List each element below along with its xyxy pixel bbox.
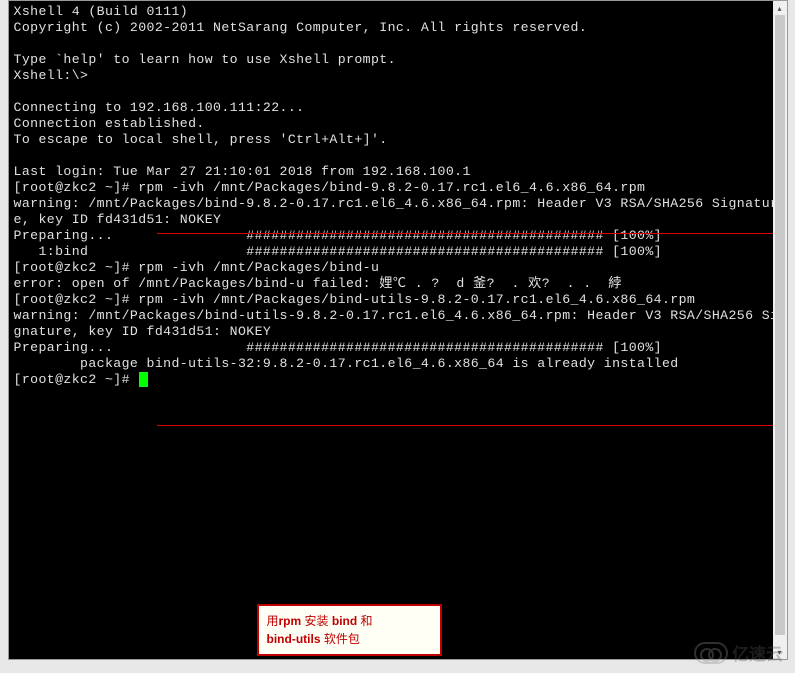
terminal-line: [root@zkc2 ~]# rpm -ivh /mnt/Packages/bi… xyxy=(14,180,782,196)
terminal-line xyxy=(14,148,782,164)
terminal-line: Preparing... ###########################… xyxy=(14,228,782,244)
terminal-line: package bind-utils-32:9.8.2-0.17.rc1.el6… xyxy=(14,356,782,372)
vertical-scrollbar[interactable]: ▴ ▾ xyxy=(773,1,787,659)
watermark: 亿速云 xyxy=(694,640,783,665)
scroll-up-arrow-icon[interactable]: ▴ xyxy=(773,1,787,15)
terminal-line: Type `help' to learn how to use Xshell p… xyxy=(14,52,782,68)
terminal-line: Last login: Tue Mar 27 21:10:01 2018 fro… xyxy=(14,164,782,180)
terminal-line: Preparing... ###########################… xyxy=(14,340,782,356)
terminal-output: Xshell 4 (Build 0111)Copyright (c) 2002-… xyxy=(9,1,787,391)
terminal-line: Connection established. xyxy=(14,116,782,132)
terminal-line: error: open of /mnt/Packages/bind-u fail… xyxy=(14,276,782,292)
terminal-line: Xshell 4 (Build 0111) xyxy=(14,4,782,20)
cursor-icon xyxy=(139,372,148,387)
terminal-line: warning: /mnt/Packages/bind-utils-9.8.2-… xyxy=(14,308,782,340)
highlight-underline-2 xyxy=(157,425,779,426)
terminal-line: 1:bind #################################… xyxy=(14,244,782,260)
terminal-window[interactable]: Xshell 4 (Build 0111)Copyright (c) 2002-… xyxy=(8,0,788,660)
terminal-line: Copyright (c) 2002-2011 NetSarang Comput… xyxy=(14,20,782,36)
terminal-line: Xshell:\> xyxy=(14,68,782,84)
terminal-line xyxy=(14,84,782,100)
scrollbar-thumb[interactable] xyxy=(775,15,785,635)
cloud-logo-icon xyxy=(694,642,728,664)
terminal-line: [root@zkc2 ~]# rpm -ivh /mnt/Packages/bi… xyxy=(14,260,782,276)
annotation-callout: 用rpm 安装 bind 和 bind-utils 软件包 xyxy=(257,604,442,656)
terminal-line: [root@zkc2 ~]# rpm -ivh /mnt/Packages/bi… xyxy=(14,292,782,308)
highlight-underline-1 xyxy=(157,233,779,234)
annotation-text: 用rpm 安装 bind 和 bind-utils 软件包 xyxy=(267,614,373,646)
terminal-line: To escape to local shell, press 'Ctrl+Al… xyxy=(14,132,782,148)
watermark-text: 亿速云 xyxy=(732,640,783,665)
terminal-line: warning: /mnt/Packages/bind-9.8.2-0.17.r… xyxy=(14,196,782,228)
terminal-line: [root@zkc2 ~]# xyxy=(14,372,782,388)
terminal-line xyxy=(14,36,782,52)
terminal-line: Connecting to 192.168.100.111:22... xyxy=(14,100,782,116)
